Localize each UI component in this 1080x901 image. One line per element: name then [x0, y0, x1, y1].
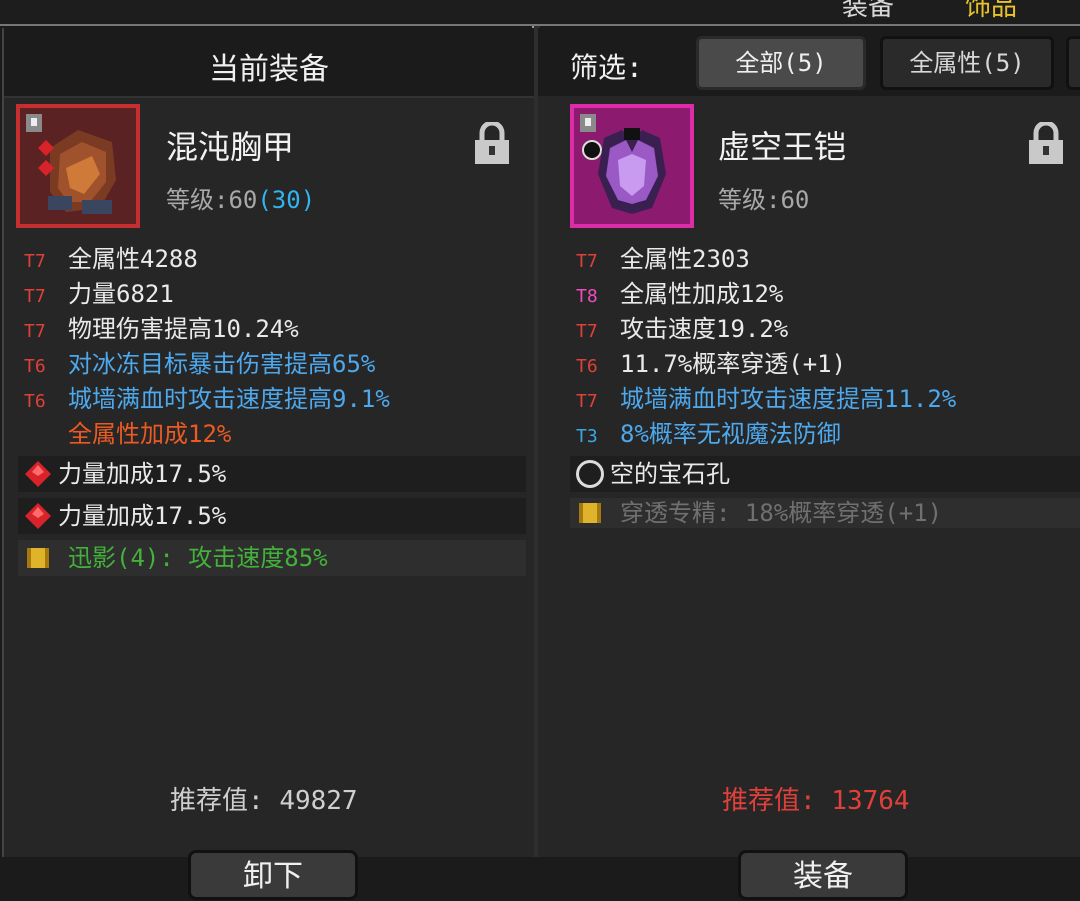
- stat-text: 8%概率无视魔法防御: [620, 420, 841, 448]
- current-equipment-panel: 当前装备 混沌胸甲 等级:60(30) T7 全属性4288 T7 力量6821 T…: [2, 28, 534, 900]
- chaos-chestplate-icon[interactable]: [16, 104, 140, 228]
- tier-badge: T7: [24, 286, 46, 307]
- stat-line: 全属性加成12%: [24, 417, 231, 451]
- lock-icon[interactable]: [1026, 122, 1066, 166]
- void-king-armor-icon[interactable]: [570, 104, 694, 228]
- panel-title: 当前装备: [209, 52, 329, 87]
- tier-badge: T6: [24, 356, 46, 377]
- gem-text: 力量加成17.5%: [58, 460, 227, 488]
- scroll-icon: [579, 503, 601, 523]
- stat-text: 全属性2303: [620, 245, 750, 273]
- empty-socket-row[interactable]: 空的宝石孔: [570, 456, 1080, 492]
- red-gem-icon: [25, 461, 51, 487]
- stat-line: T3 8%概率无视魔法防御: [576, 417, 841, 451]
- socket-text: 空的宝石孔: [610, 460, 730, 488]
- stat-line: T7 力量6821: [24, 277, 174, 311]
- tier-badge: T6: [24, 391, 46, 412]
- filter-all-attributes-button[interactable]: 全属性(5): [880, 36, 1054, 90]
- recommend-label: 推荐值:: [170, 786, 264, 816]
- equip-button[interactable]: 装备: [738, 850, 908, 900]
- stat-line: T7 攻击速度19.2%: [576, 312, 788, 346]
- item-name: 虚空王铠: [718, 128, 847, 166]
- lock-icon[interactable]: [472, 122, 512, 166]
- stat-text: 攻击速度19.2%: [620, 315, 789, 343]
- gem-text: 力量加成17.5%: [58, 502, 227, 530]
- tier-badge: T7: [24, 251, 46, 272]
- stat-text: 全属性加成12%: [620, 280, 784, 308]
- level-bonus: (30): [257, 186, 316, 214]
- empty-socket-icon: [576, 460, 604, 488]
- stat-line: T6 11.7%概率穿透(+1): [576, 347, 846, 381]
- gem-slot[interactable]: 力量加成17.5%: [18, 498, 526, 534]
- stat-text: 全属性加成12%: [68, 420, 232, 448]
- recommend-value: 49827: [279, 786, 358, 816]
- recommend-score: 推荐值: 49827: [170, 780, 358, 817]
- level-value: 60: [780, 186, 810, 214]
- stat-line: T7 城墙满血时攻击速度提高11.2%: [576, 382, 956, 416]
- tier-badge: T8: [576, 286, 598, 307]
- current-equipment-header: 当前装备: [4, 28, 534, 98]
- stat-text: 物理伤害提高10.24%: [68, 315, 299, 343]
- tier-badge: T7: [576, 251, 598, 272]
- stat-text: 力量6821: [68, 280, 174, 308]
- set-bonus-text: 迅影(4): 攻击速度85%: [68, 544, 328, 572]
- tier-badge: T3: [576, 426, 598, 447]
- gem-slot[interactable]: 力量加成17.5%: [18, 456, 526, 492]
- top-tab-bar: 装备 饰品: [0, 0, 1080, 26]
- stat-text: 对冰冻目标暴击伤害提高65%: [68, 350, 376, 378]
- item-level: 等级:60(30): [166, 180, 315, 215]
- level-label: 等级:: [166, 186, 229, 214]
- tier-badge: T7: [576, 321, 598, 342]
- level-value: 60: [228, 186, 258, 214]
- stat-line: T8 全属性加成12%: [576, 277, 783, 311]
- tab-accessory[interactable]: 饰品: [965, 0, 1017, 23]
- tier-badge: T7: [24, 321, 46, 342]
- tier-badge: T6: [576, 356, 598, 377]
- item-name: 混沌胸甲: [166, 128, 295, 166]
- set-bonus-text: 穿透专精: 18%概率穿透(+1): [620, 499, 943, 527]
- tab-equipment[interactable]: 装备: [842, 0, 894, 23]
- filter-all-button[interactable]: 全部(5): [696, 36, 866, 90]
- stat-line: T7 全属性2303: [576, 242, 750, 276]
- stat-text: 城墙满血时攻击速度提高9.1%: [68, 385, 390, 413]
- stat-line: T7 物理伤害提高10.24%: [24, 312, 299, 346]
- set-bonus-row: 穿透专精: 18%概率穿透(+1): [570, 498, 1080, 528]
- unequip-button[interactable]: 卸下: [188, 850, 358, 900]
- candidate-equipment-panel: 筛选: 全部(5) 全属性(5) 虚空王铠 等级:60 T7 全属性2303 T8…: [538, 28, 1080, 900]
- filter-label: 筛选:: [570, 51, 643, 84]
- recommend-value: 13764: [831, 786, 910, 816]
- filter-bar: 筛选: 全部(5) 全属性(5): [538, 28, 1080, 96]
- stat-line: T7 全属性4288: [24, 242, 198, 276]
- tier-badge: T7: [576, 391, 598, 412]
- stat-text: 全属性4288: [68, 245, 198, 273]
- item-level: 等级:60: [718, 180, 809, 215]
- filter-next-button[interactable]: [1066, 36, 1080, 90]
- stat-text: 11.7%概率穿透(+1): [620, 350, 847, 378]
- scroll-icon: [27, 548, 49, 568]
- recommend-score: 推荐值: 13764: [722, 780, 910, 817]
- stat-line: T6 城墙满血时攻击速度提高9.1%: [24, 382, 390, 416]
- stat-text: 城墙满血时攻击速度提高11.2%: [620, 385, 957, 413]
- level-label: 等级:: [718, 186, 781, 214]
- set-bonus-row: 迅影(4): 攻击速度85%: [18, 540, 526, 576]
- recommend-label: 推荐值:: [722, 786, 816, 816]
- stat-line: T6 对冰冻目标暴击伤害提高65%: [24, 347, 375, 381]
- red-gem-icon: [25, 503, 51, 529]
